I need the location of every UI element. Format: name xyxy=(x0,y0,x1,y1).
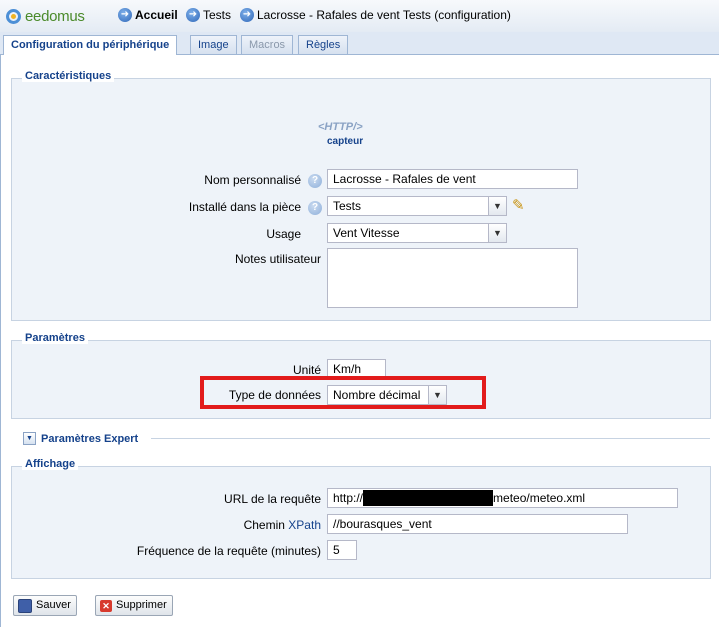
divider xyxy=(151,438,710,439)
eedomus-logo[interactable]: eedomus xyxy=(6,6,85,26)
breadcrumb-device[interactable]: ➜ Lacrosse - Rafales de vent Tests (conf… xyxy=(240,8,511,22)
tab-configuration[interactable]: Configuration du périphérique xyxy=(3,35,178,55)
help-icon[interactable]: ? xyxy=(308,174,322,188)
url-suffix: meteo/meteo.xml xyxy=(493,491,586,505)
http-device-icon: <HTTP/> xyxy=(318,121,363,133)
breadcrumb-label: Tests xyxy=(203,8,232,22)
delete-button-label: Supprimer xyxy=(116,599,167,611)
chemin-field[interactable]: //bourasques_vent xyxy=(327,514,628,534)
fieldset-parametres: Paramètres Unité Km/h Type de données No… xyxy=(11,332,711,419)
device-caption: capteur xyxy=(327,136,364,147)
nom-label: Nom personnalisé xyxy=(204,173,301,187)
fieldset-caracteristiques: Caractéristiques <HTTP/> capteur Nom per… xyxy=(11,70,711,321)
breadcrumb-home[interactable]: ➜ Accueil xyxy=(118,8,178,22)
top-bar: eedomus ➜ Accueil ➜ Tests ➜ Lacrosse - R… xyxy=(0,0,719,32)
logo-text: eedomus xyxy=(25,7,85,25)
piece-label: Installé dans la pièce xyxy=(188,200,301,214)
usage-select-value: Vent Vitesse xyxy=(333,226,400,240)
tab-macros: Macros xyxy=(241,35,294,54)
chevron-down-icon[interactable]: ▼ xyxy=(488,224,506,242)
breadcrumb-label: Accueil xyxy=(135,8,178,22)
arrow-right-icon: ➜ xyxy=(186,8,200,22)
breadcrumb-room[interactable]: ➜ Tests xyxy=(186,8,231,22)
expert-title: Paramètres Expert xyxy=(41,432,139,445)
breadcrumb-label: Lacrosse - Rafales de vent Tests (config… xyxy=(257,8,511,22)
notes-label: Notes utilisateur xyxy=(234,252,321,266)
save-button[interactable]: Sauver xyxy=(13,595,77,616)
freq-label: Fréquence de la requête (minutes) xyxy=(136,544,321,558)
usage-label: Usage xyxy=(266,227,301,241)
chevron-down-icon[interactable]: ▼ xyxy=(488,197,506,215)
arrow-right-icon: ➜ xyxy=(240,8,254,22)
fieldset-title: Affichage xyxy=(22,458,79,470)
chemin-label: Chemin XPath xyxy=(244,518,321,532)
floppy-disk-icon xyxy=(18,598,32,613)
piece-select-value: Tests xyxy=(333,199,362,213)
tab-image[interactable]: Image xyxy=(190,35,237,54)
nom-field[interactable]: Lacrosse - Rafales de vent xyxy=(327,169,578,189)
logo-icon xyxy=(6,8,21,24)
delete-button[interactable]: ✕ Supprimer xyxy=(95,595,173,616)
freq-field[interactable]: 5 xyxy=(327,540,357,560)
tab-bar: Configuration du périphérique Image Macr… xyxy=(0,32,719,55)
highlight-box xyxy=(200,376,486,409)
redacted-block xyxy=(363,490,494,506)
unite-label: Unité xyxy=(292,363,321,377)
piece-select[interactable]: Tests ▼ xyxy=(327,196,507,216)
fieldset-title: Caractéristiques xyxy=(22,70,115,82)
expert-toggle[interactable]: ▼ Paramètres Expert xyxy=(23,432,138,445)
save-button-label: Sauver xyxy=(36,599,71,611)
url-field[interactable]: http:// meteo/meteo.xml xyxy=(327,488,678,508)
config-panel: Caractéristiques <HTTP/> capteur Nom per… xyxy=(0,55,719,627)
tab-regles[interactable]: Règles xyxy=(298,35,349,54)
delete-x-icon: ✕ xyxy=(100,599,112,612)
url-label: URL de la requête xyxy=(224,492,321,506)
arrow-right-icon: ➜ xyxy=(118,8,132,22)
expand-icon: ▼ xyxy=(23,432,36,445)
xpath-link[interactable]: XPath xyxy=(288,518,321,532)
fieldset-affichage: Affichage URL de la requête http:// meteo… xyxy=(11,458,711,579)
help-icon[interactable]: ? xyxy=(308,201,322,215)
chemin-label-text: Chemin xyxy=(243,518,285,532)
fieldset-title: Paramètres xyxy=(22,332,88,344)
url-prefix: http:// xyxy=(333,491,364,505)
notes-textarea[interactable] xyxy=(327,248,578,308)
usage-select[interactable]: Vent Vitesse ▼ xyxy=(327,223,507,243)
pencil-edit-icon[interactable]: ✎ xyxy=(512,196,525,214)
